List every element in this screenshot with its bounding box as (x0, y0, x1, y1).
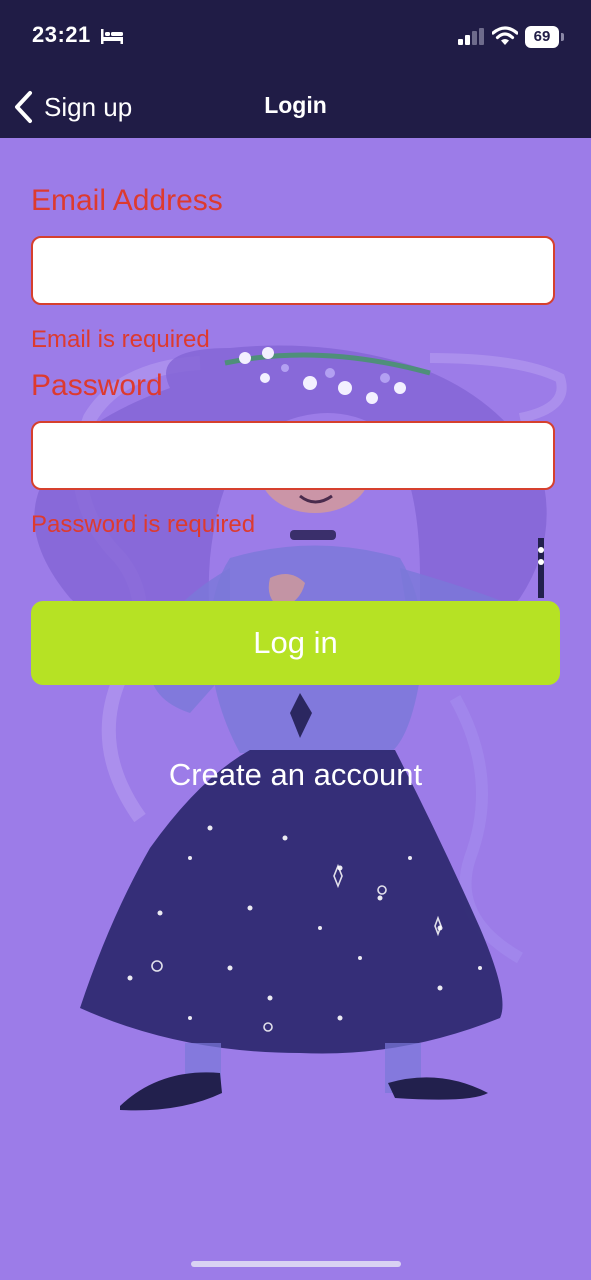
password-error: Password is required (31, 511, 256, 538)
nav-bar: Sign up Login (0, 76, 591, 138)
status-time: 23:21 (32, 22, 91, 47)
signal-icon (458, 28, 484, 45)
create-account-link[interactable]: Create an account (0, 757, 591, 793)
bed-icon (101, 29, 123, 44)
battery-icon: 69 (525, 26, 559, 48)
login-screen: Email Address Email is required Password… (0, 138, 591, 1280)
wifi-icon (492, 26, 518, 45)
password-field[interactable] (31, 421, 555, 490)
email-label: Email Address (31, 184, 223, 217)
email-error: Email is required (31, 326, 210, 353)
email-field[interactable] (31, 236, 555, 305)
status-bar: 23:21 69 (0, 0, 591, 76)
login-button[interactable]: Log in (31, 601, 560, 685)
battery-tip (561, 33, 564, 41)
page-title: Login (264, 92, 327, 118)
girl-illustration (34, 345, 567, 1111)
password-label: Password (31, 369, 163, 402)
home-indicator[interactable] (191, 1261, 401, 1267)
